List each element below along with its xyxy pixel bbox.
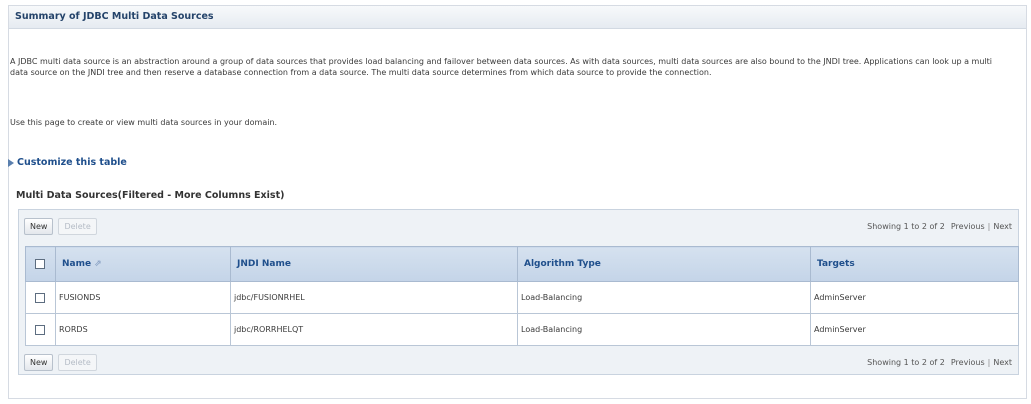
cell-name: FUSIONDS bbox=[55, 281, 231, 314]
table-header-row: Name ⇗ JNDI Name Algorithm Type Targets bbox=[25, 246, 1019, 282]
delete-button[interactable]: Delete bbox=[58, 353, 97, 371]
new-button[interactable]: New bbox=[24, 217, 54, 235]
cell-jndi-name: jdbc/RORRHELQT bbox=[230, 313, 518, 346]
data-sources-table: Name ⇗ JNDI Name Algorithm Type Targets F… bbox=[25, 246, 1019, 346]
customize-table-label: Customize this table bbox=[17, 157, 127, 168]
select-all-header bbox=[25, 246, 56, 282]
column-header-name[interactable]: Name ⇗ bbox=[55, 246, 231, 282]
pager-showing: Showing 1 to 2 of 2 bbox=[867, 357, 945, 367]
row-select-cell bbox=[25, 281, 56, 314]
new-button[interactable]: New bbox=[24, 353, 54, 371]
next-link[interactable]: Next bbox=[993, 358, 1012, 367]
table-toolbar-top: New Delete Showing 1 to 2 of 2 Previous … bbox=[19, 213, 1018, 239]
expand-triangle-icon bbox=[8, 158, 14, 167]
column-header-algorithm-type[interactable]: Algorithm Type bbox=[517, 246, 811, 282]
page-title: Summary of JDBC Multi Data Sources bbox=[9, 6, 1026, 29]
row-select-cell bbox=[25, 313, 56, 346]
row-checkbox[interactable] bbox=[35, 324, 45, 335]
table-toolbar-bottom: New Delete Showing 1 to 2 of 2 Previous … bbox=[19, 349, 1018, 375]
pager-separator: | bbox=[987, 221, 991, 231]
column-header-targets[interactable]: Targets bbox=[810, 246, 1019, 282]
pager-showing: Showing 1 to 2 of 2 bbox=[867, 221, 945, 231]
cell-algorithm-type: Load-Balancing bbox=[517, 281, 811, 314]
pager-bottom: Showing 1 to 2 of 2 Previous | Next bbox=[867, 358, 1012, 367]
column-header-jndi-name[interactable]: JNDI Name bbox=[230, 246, 518, 282]
previous-link[interactable]: Previous bbox=[951, 222, 985, 231]
cell-targets: AdminServer bbox=[810, 313, 1019, 346]
cell-algorithm-type: Load-Balancing bbox=[517, 313, 811, 346]
cell-jndi-name: jdbc/FUSIONRHEL bbox=[230, 281, 518, 314]
cell-targets: AdminServer bbox=[810, 281, 1019, 314]
pager-top: Showing 1 to 2 of 2 Previous | Next bbox=[867, 222, 1012, 231]
sort-ascending-icon[interactable]: ⇗ bbox=[94, 259, 102, 269]
delete-button[interactable]: Delete bbox=[58, 217, 97, 235]
pager-separator: | bbox=[987, 357, 991, 367]
customize-table-link[interactable]: Customize this table bbox=[8, 157, 127, 168]
table-row: RORDS jdbc/RORRHELQT Load-Balancing Admi… bbox=[25, 313, 1019, 346]
page-instructions: Use this page to create or view multi da… bbox=[10, 118, 278, 127]
multi-data-sources-table-panel: New Delete Showing 1 to 2 of 2 Previous … bbox=[18, 209, 1019, 375]
select-all-checkbox[interactable] bbox=[35, 258, 45, 269]
table-row: FUSIONDS jdbc/FUSIONRHEL Load-Balancing … bbox=[25, 281, 1019, 314]
previous-link[interactable]: Previous bbox=[951, 358, 985, 367]
row-checkbox[interactable] bbox=[35, 292, 45, 303]
page-description: A JDBC multi data source is an abstracti… bbox=[10, 57, 992, 77]
table-caption: Multi Data Sources(Filtered - More Colum… bbox=[16, 190, 285, 201]
next-link[interactable]: Next bbox=[993, 222, 1012, 231]
cell-name: RORDS bbox=[55, 313, 231, 346]
